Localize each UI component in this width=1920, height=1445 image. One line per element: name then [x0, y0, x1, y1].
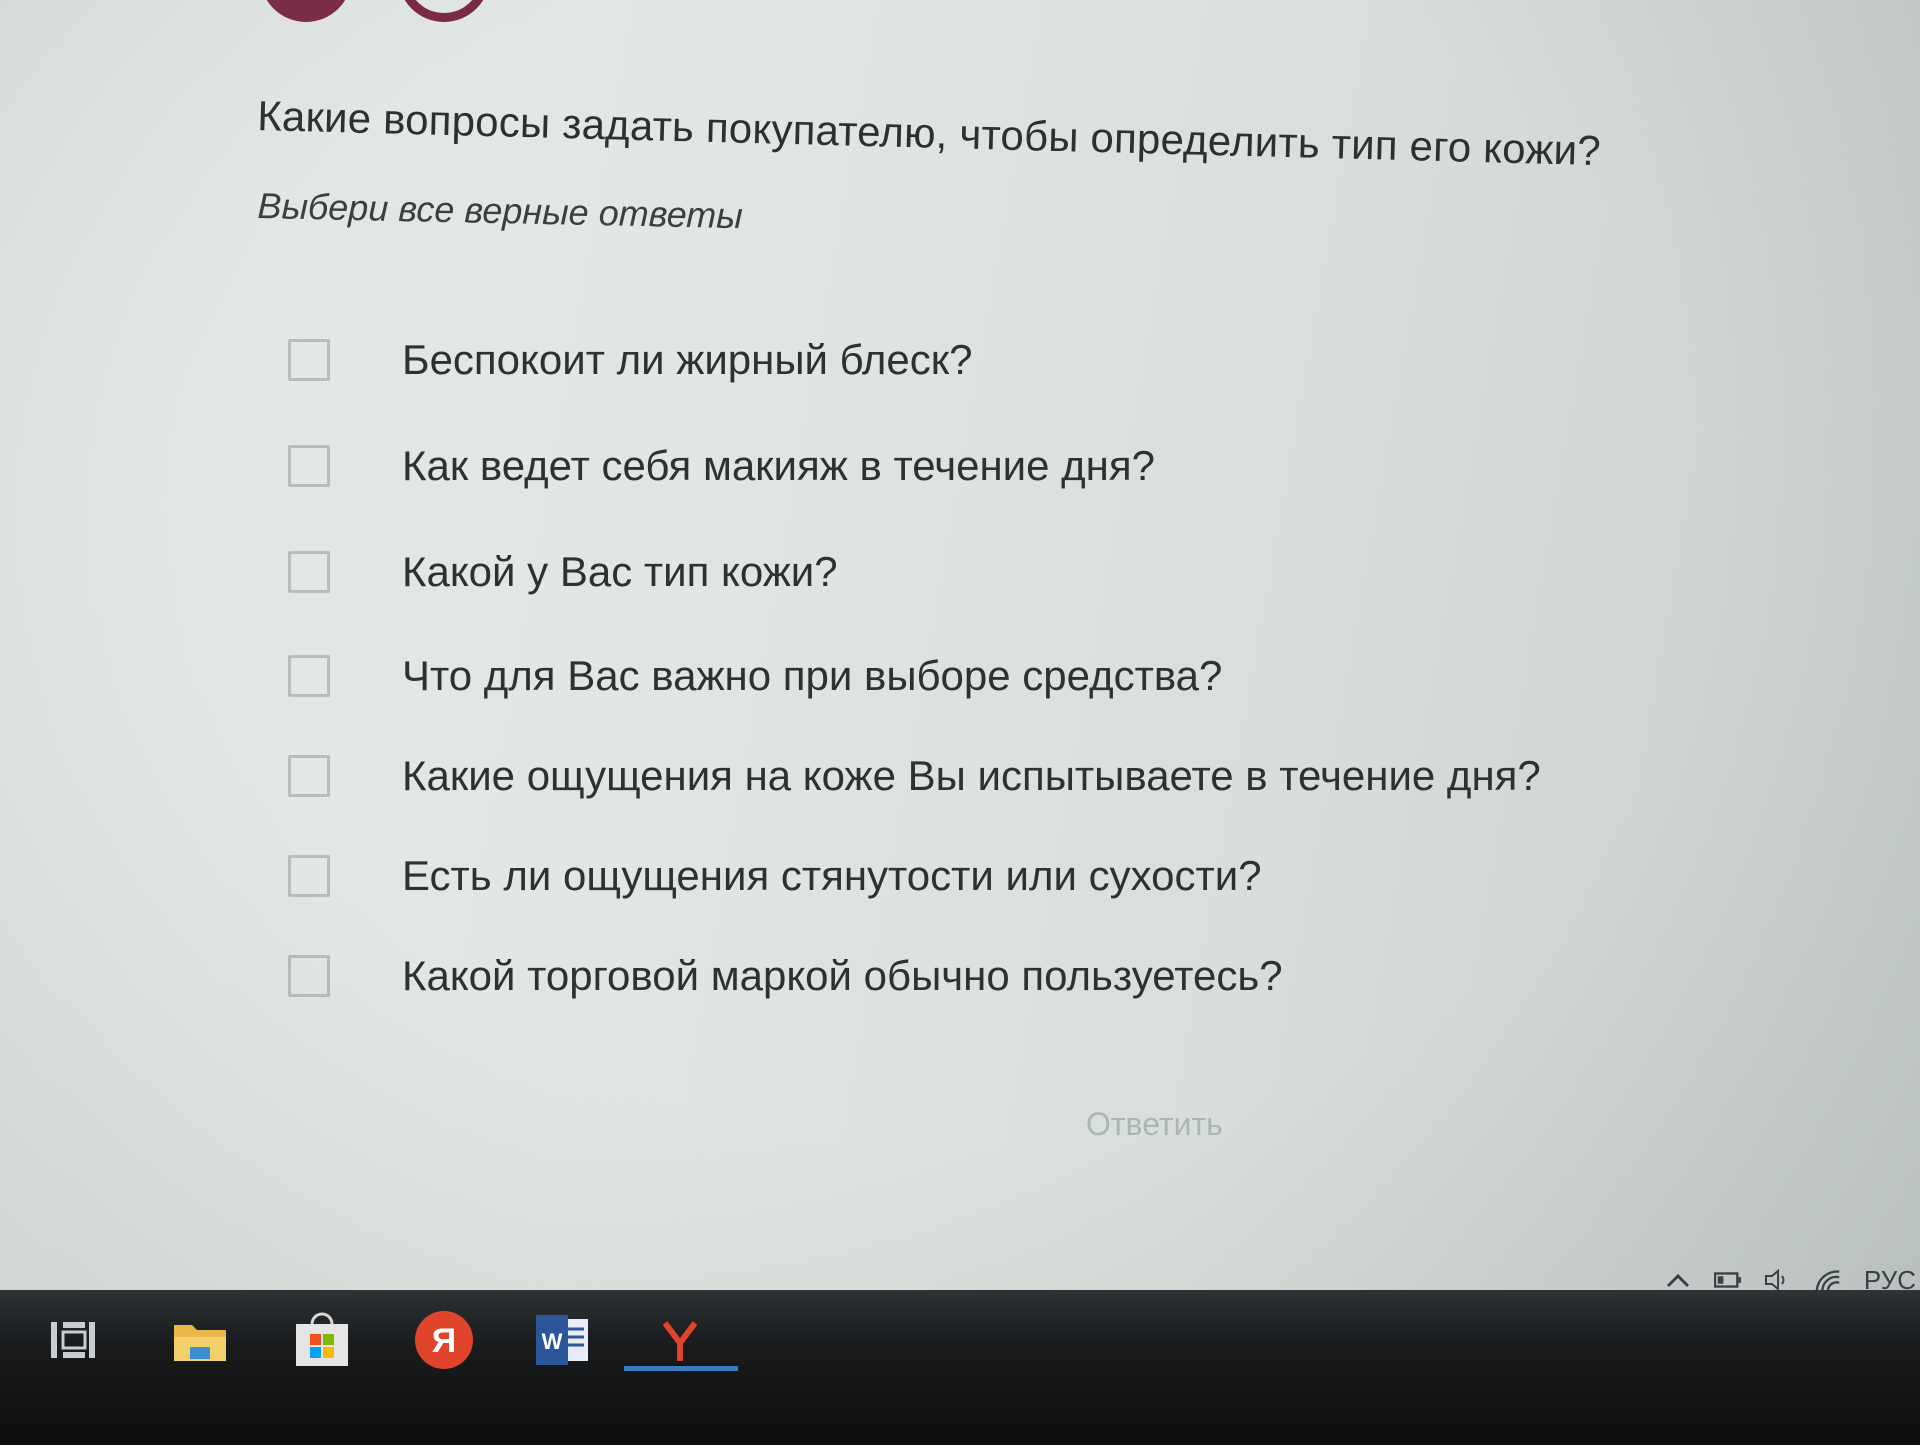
option-7[interactable]: Какой торговой маркой обычно пользуетесь… — [288, 946, 1688, 1006]
option-5[interactable]: Какие ощущения на коже Вы испытываете в … — [288, 746, 1688, 806]
progress-dot-completed — [260, 0, 352, 22]
taskbar — [0, 1290, 1920, 1445]
option-label: Какой у Вас тип кожи? — [402, 548, 838, 595]
option-label: Какие ощущения на коже Вы испытываете в … — [402, 752, 1541, 799]
word-icon[interactable]: W — [530, 1308, 594, 1372]
option-checkbox[interactable] — [288, 339, 330, 381]
option-checkbox[interactable] — [288, 955, 330, 997]
submit-answer-button[interactable]: Ответить — [1078, 1100, 1231, 1149]
question-hint: Выбери все верные ответы — [257, 185, 744, 237]
svg-text:Я: Я — [432, 1322, 456, 1360]
option-checkbox[interactable] — [288, 655, 330, 697]
option-1[interactable]: Беспокоит ли жирный блеск? — [288, 330, 1688, 390]
option-3[interactable]: Какой у Вас тип кожи? — [288, 542, 1688, 602]
option-label: Какой торговой маркой обычно пользуетесь… — [402, 952, 1283, 999]
option-checkbox[interactable] — [288, 445, 330, 487]
option-4[interactable]: Что для Вас важно при выборе средства? — [288, 646, 1688, 706]
option-label: Беспокоит ли жирный блеск? — [402, 336, 973, 383]
file-explorer-icon[interactable] — [168, 1308, 232, 1372]
active-task-indicator — [624, 1366, 738, 1371]
task-view-icon[interactable] — [40, 1308, 104, 1372]
question-title: Какие вопросы задать покупателю, чтобы о… — [256, 92, 1602, 175]
screen: Какие вопросы задать покупателю, чтобы о… — [0, 0, 1920, 1320]
option-label: Есть ли ощущения стянутости или сухости? — [402, 852, 1262, 899]
yandex-browser-icon[interactable]: Я — [412, 1308, 476, 1372]
svg-text:W: W — [542, 1329, 563, 1354]
option-checkbox[interactable] — [288, 855, 330, 897]
progress-dot-current — [398, 0, 490, 22]
yandex-icon[interactable] — [648, 1308, 712, 1372]
option-checkbox[interactable] — [288, 551, 330, 593]
option-label: Что для Вас важно при выборе средства? — [402, 652, 1223, 699]
option-checkbox[interactable] — [288, 755, 330, 797]
option-label: Как ведет себя макияж в течение дня? — [402, 442, 1155, 489]
option-6[interactable]: Есть ли ощущения стянутости или сухости? — [288, 846, 1688, 906]
option-2[interactable]: Как ведет себя макияж в течение дня? — [288, 436, 1688, 496]
store-icon[interactable] — [290, 1308, 354, 1372]
